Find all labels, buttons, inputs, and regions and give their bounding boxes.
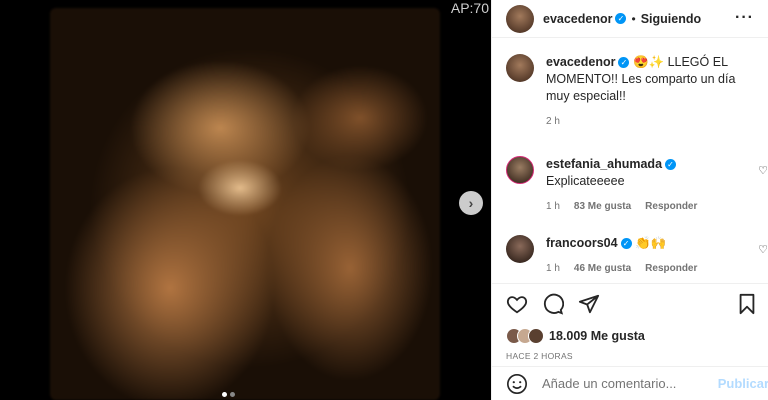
reply-button[interactable]: Responder <box>645 260 697 277</box>
caption-time[interactable]: 2 h <box>546 113 560 130</box>
verified-icon: ✓ <box>620 238 632 250</box>
comment-input[interactable] <box>542 376 712 391</box>
ultrasound-image <box>50 8 440 400</box>
comment-username[interactable]: francoors04 <box>546 236 618 250</box>
post-timestamp[interactable]: HACE 2 HORAS <box>506 351 757 361</box>
comment-username[interactable]: estefania_ahumada <box>546 157 662 171</box>
emoji-icon[interactable] <box>506 373 528 395</box>
carousel-dot <box>230 392 235 397</box>
caption: evacedenor ✓ 😍✨ LLEGÓ EL MOMENTO!! Les co… <box>506 54 768 130</box>
bookmark-icon[interactable] <box>737 293 757 315</box>
likes-count[interactable]: 18.009 Me gusta <box>549 329 645 343</box>
comment-time: 1 h <box>546 263 560 274</box>
avatar[interactable] <box>506 54 534 82</box>
heart-icon[interactable]: ♡ <box>758 243 768 256</box>
more-icon[interactable]: ··· <box>735 9 754 27</box>
overlay-text: AP:70 <box>450 0 489 16</box>
verified-icon: ✓ <box>615 13 627 24</box>
comment-text: 👏🙌 <box>635 236 667 250</box>
following-button[interactable]: Siguiendo <box>641 12 701 26</box>
comment-likes[interactable]: 83 Me gusta <box>574 198 631 215</box>
verified-icon: ✓ <box>665 159 677 171</box>
comment-text: Explicateeeee <box>546 174 625 188</box>
comment-likes[interactable]: 46 Me gusta <box>574 260 631 277</box>
liker-avatar <box>528 328 544 344</box>
avatar[interactable] <box>506 156 534 184</box>
heart-icon[interactable] <box>506 293 528 315</box>
comment-icon[interactable] <box>542 293 564 315</box>
comment-item: estefania_ahumada ✓ Explicateeeee 1 h 83 … <box>506 156 768 215</box>
reply-button[interactable]: Responder <box>645 198 697 215</box>
post-media[interactable]: AP:70 › <box>0 0 491 400</box>
publish-button[interactable]: Publicar <box>718 376 768 391</box>
next-media-button[interactable]: › <box>459 191 483 215</box>
separator: • <box>631 11 636 26</box>
comment-composer: Publicar <box>492 366 768 400</box>
carousel-dots <box>222 392 235 397</box>
avatar[interactable] <box>506 235 534 263</box>
post-panel: evacedenor ✓ • Siguiendo ··· evacedenor ✓… <box>491 0 768 400</box>
avatar[interactable] <box>506 4 534 33</box>
chevron-right-icon: › <box>468 195 474 211</box>
carousel-dot <box>222 392 227 397</box>
heart-icon[interactable]: ♡ <box>758 164 768 177</box>
verified-icon: ✓ <box>618 57 630 69</box>
caption-username[interactable]: evacedenor <box>546 55 615 69</box>
comment-item: francoors04 ✓ 👏🙌 1 h 46 Me gusta Responde… <box>506 235 768 277</box>
comment-time: 1 h <box>546 201 560 212</box>
comments-list[interactable]: evacedenor ✓ 😍✨ LLEGÓ EL MOMENTO!! Les co… <box>492 38 768 278</box>
post-actions: 18.009 Me gusta HACE 2 HORAS <box>492 283 768 361</box>
share-icon[interactable] <box>578 293 600 315</box>
post-header: evacedenor ✓ • Siguiendo ··· <box>492 0 768 38</box>
author-username[interactable]: evacedenor <box>543 12 612 26</box>
